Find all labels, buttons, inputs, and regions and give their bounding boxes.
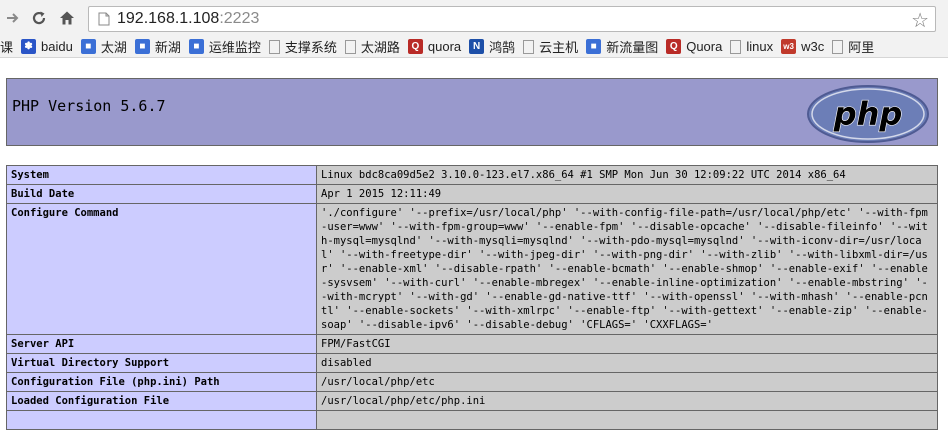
bookmark-item[interactable]: 支撑系统: [265, 36, 341, 57]
bookmark-item[interactable]: 云主机: [519, 36, 582, 57]
php-logo-text: php: [833, 95, 903, 133]
info-value: './configure' '--prefix=/usr/local/php' …: [316, 203, 938, 335]
table-row: Loaded Configuration File /usr/local/php…: [6, 391, 938, 411]
bookmark-label: 鸿鹄: [489, 40, 516, 55]
page-icon: [344, 39, 356, 54]
page-icon: [268, 39, 280, 54]
php-info-table: System Linux bdc8ca09d5e2 3.10.0-123.el7…: [6, 165, 938, 430]
bookmark-item[interactable]: ■ 太湖: [77, 36, 131, 57]
info-key: Virtual Directory Support: [6, 353, 317, 373]
home-icon: [60, 11, 74, 25]
table-row: System Linux bdc8ca09d5e2 3.10.0-123.el7…: [6, 165, 938, 185]
bookmark-item[interactable]: Q Quora: [662, 36, 726, 57]
bookmark-item[interactable]: ■ 运维监控: [185, 36, 265, 57]
bookmark-label: quora: [427, 39, 462, 54]
bookmark-label: 课: [0, 40, 14, 55]
info-key: Server API: [6, 334, 317, 354]
info-value: /usr/local/php/etc/php.ini: [316, 391, 938, 411]
bookmark-item[interactable]: 课: [0, 36, 17, 57]
bookmark-label: 运维监控: [208, 40, 261, 55]
page-content: PHP Version 5.6.7 php System Linux bdc8c…: [0, 59, 948, 448]
url-host: 192.168.1.108: [117, 10, 220, 27]
bookmark-star-icon[interactable]: ☆: [911, 8, 929, 33]
w3c-icon: w3: [781, 39, 797, 54]
bookmarks-bar: 课 ✽ baidu ■ 太湖 ■ 新湖 ■ 运维监控 支撑系统 太湖路 Q qu…: [0, 36, 948, 58]
php-version-header: PHP Version 5.6.7 php: [6, 78, 938, 146]
table-row: Virtual Directory Support disabled: [6, 353, 938, 373]
bookmark-label: baidu: [41, 39, 73, 54]
page-icon: [93, 8, 115, 30]
bookmark-item[interactable]: ■ 新湖: [131, 36, 185, 57]
bookmark-label: w3c: [801, 39, 825, 54]
bookmark-icon: ■: [586, 39, 602, 54]
info-key: Build Date: [6, 184, 317, 204]
info-value: [316, 410, 938, 430]
table-row: Build Date Apr 1 2015 12:11:49: [6, 184, 938, 204]
quora-icon: Q: [407, 39, 423, 54]
baidu-paw-icon: ✽: [21, 39, 37, 54]
bookmark-item[interactable]: linux: [726, 36, 777, 57]
info-value: Apr 1 2015 12:11:49: [316, 184, 938, 204]
home-button[interactable]: [56, 6, 78, 30]
bookmark-icon: ■: [188, 39, 204, 54]
reload-icon: [32, 11, 46, 25]
arrow-right-icon: [7, 13, 19, 23]
info-key: Loaded Configuration File: [6, 391, 317, 411]
page-icon: [523, 39, 535, 54]
page-icon: [832, 39, 844, 54]
page-icon: [730, 39, 742, 54]
url-port: :2223: [219, 10, 260, 27]
info-key: Configure Command: [6, 203, 317, 335]
forward-button[interactable]: [2, 6, 24, 30]
bookmark-icon: ■: [80, 39, 96, 54]
quora-icon: Q: [666, 39, 682, 54]
bookmark-label: 阿里: [848, 40, 875, 55]
table-row: Configure Command './configure' '--prefi…: [6, 203, 938, 335]
bookmark-item[interactable]: N 鸿鹄: [465, 36, 519, 57]
bookmark-icon: ■: [134, 39, 150, 54]
bookmark-item[interactable]: Q quora: [404, 36, 465, 57]
bookmark-item[interactable]: ✽ baidu: [17, 36, 77, 57]
bookmark-item[interactable]: w3 w3c: [777, 36, 828, 57]
info-key: Configuration File (php.ini) Path: [6, 372, 317, 392]
info-value: disabled: [316, 353, 938, 373]
php-logo-icon: php: [807, 85, 929, 143]
bookmark-label: 新湖: [154, 40, 181, 55]
php-version-title: PHP Version 5.6.7: [12, 97, 166, 115]
reload-button[interactable]: [28, 6, 50, 30]
bookmark-label: 支撑系统: [284, 40, 337, 55]
bookmark-item[interactable]: 阿里: [828, 36, 878, 57]
bookmark-label: linux: [746, 39, 774, 54]
bookmark-label: 太湖路: [360, 40, 400, 55]
address-bar[interactable]: 192.168.1.108:2223 ☆: [88, 6, 936, 32]
table-row: Server API FPM/FastCGI: [6, 334, 938, 354]
bookmark-item[interactable]: ■ 新流量图: [582, 36, 662, 57]
info-key: [6, 410, 317, 430]
info-value: /usr/local/php/etc: [316, 372, 938, 392]
browser-toolbar: 192.168.1.108:2223 ☆: [0, 0, 948, 36]
bookmark-label: 云主机: [539, 40, 579, 55]
info-value: Linux bdc8ca09d5e2 3.10.0-123.el7.x86_64…: [316, 165, 938, 185]
table-row: [6, 410, 938, 430]
info-key: System: [6, 165, 317, 185]
bookmark-label: Quora: [686, 39, 723, 54]
bookmark-label: 新流量图: [606, 40, 659, 55]
bookmark-label: 太湖: [100, 40, 127, 55]
info-value: FPM/FastCGI: [316, 334, 938, 354]
n-logo-icon: N: [469, 39, 485, 54]
bookmark-item[interactable]: 太湖路: [341, 36, 404, 57]
table-row: Configuration File (php.ini) Path /usr/l…: [6, 372, 938, 392]
